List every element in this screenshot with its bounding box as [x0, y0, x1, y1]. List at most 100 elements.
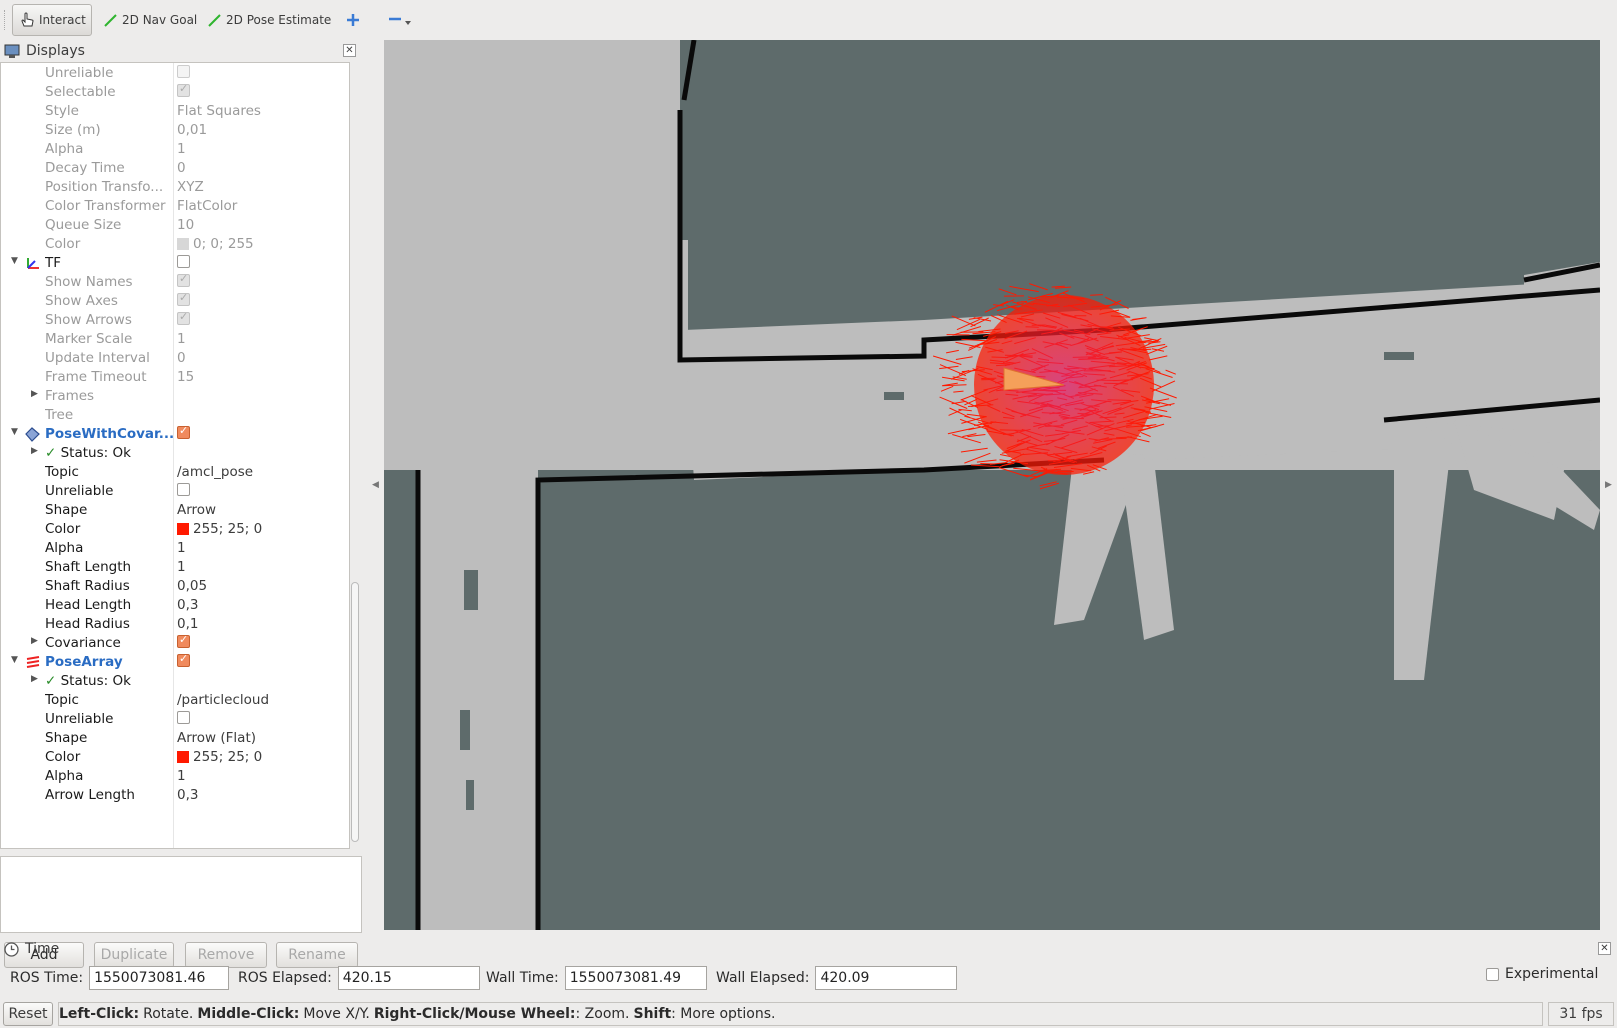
tree-row[interactable]: Show Names [1, 272, 347, 292]
tree-row-value[interactable]: 0,05 [177, 578, 207, 594]
tree-row[interactable]: Color 255; 25; 0 [1, 748, 347, 767]
tree-row[interactable]: Head Length 0,3 [1, 596, 347, 615]
tree-row-checkbox[interactable] [177, 424, 190, 439]
tree-row[interactable]: Style Flat Squares [1, 102, 347, 121]
tree-row-value[interactable]: 0,01 [177, 122, 207, 138]
tree-row[interactable]: Tree [1, 406, 347, 425]
tree-row[interactable]: Alpha 1 [1, 140, 347, 159]
tree-row[interactable]: Shape Arrow [1, 501, 347, 520]
close-icon[interactable]: ✕ [343, 44, 356, 57]
expand-icon[interactable]: ▶ [31, 636, 38, 646]
tree-row-checkbox[interactable] [177, 291, 190, 306]
remove-tool-button[interactable] [382, 4, 418, 36]
tree-row-value[interactable]: Flat Squares [177, 103, 261, 119]
tree-row-checkbox[interactable] [177, 65, 190, 78]
tree-row[interactable]: Unreliable [1, 710, 347, 729]
tree-row-value[interactable]: 0 [177, 350, 186, 366]
tree-row[interactable]: Color Transformer FlatColor [1, 197, 347, 216]
tree-row-value[interactable]: 15 [177, 369, 194, 385]
tree-row[interactable]: Size (m) 0,01 [1, 121, 347, 140]
tree-row-value[interactable]: 0; 0; 255 [193, 236, 254, 252]
tree-row[interactable]: Color 255; 25; 0 [1, 520, 347, 539]
tree-row-value[interactable]: 0,3 [177, 787, 198, 803]
tree-row-value[interactable]: XYZ [177, 179, 204, 195]
tree-row[interactable]: Selectable [1, 82, 347, 102]
experimental-toggle[interactable]: Experimental [1486, 966, 1598, 982]
add-tool-button[interactable] [340, 4, 366, 36]
experimental-checkbox[interactable] [1486, 967, 1499, 981]
tree-row[interactable]: Alpha 1 [1, 767, 347, 786]
tree-row[interactable]: ▶ ✓ Status: Ok [1, 444, 347, 463]
tree-row[interactable]: ▶ Frames [1, 387, 347, 406]
tree-row[interactable]: Marker Scale 1 [1, 330, 347, 349]
tree-row[interactable]: Queue Size 10 [1, 216, 347, 235]
expand-icon[interactable]: ▼ [11, 427, 18, 437]
wall-time-input[interactable]: 1550073081.49 [564, 966, 707, 990]
tree-row[interactable]: ▼ PoseArray [1, 652, 347, 672]
tree-row[interactable]: ▼ TF [1, 254, 347, 273]
expand-icon[interactable]: ▼ [11, 655, 18, 665]
tree-row-value[interactable]: 1 [177, 768, 186, 784]
expand-icon[interactable]: ▶ [31, 674, 38, 684]
tree-row[interactable]: Unreliable [1, 64, 347, 83]
tree-row[interactable]: Unreliable [1, 482, 347, 501]
tree-row-value[interactable]: /particlecloud [177, 692, 269, 708]
tree-row[interactable]: Head Radius 0,1 [1, 615, 347, 634]
tree-row-value[interactable]: 0,1 [177, 616, 198, 632]
render-viewport[interactable] [384, 40, 1600, 930]
tree-row-checkbox[interactable] [177, 633, 190, 648]
expand-icon[interactable]: ▶ [31, 389, 38, 399]
tree-row-value[interactable]: 1 [177, 540, 186, 556]
tree-row[interactable]: Color 0; 0; 255 [1, 235, 347, 254]
collapse-left-icon[interactable]: ◀ [372, 480, 379, 490]
color-swatch[interactable] [177, 751, 189, 763]
tree-row[interactable]: ▶ ✓ Status: Ok [1, 672, 347, 691]
tree-row-value[interactable]: /amcl_pose [177, 464, 253, 480]
tree-row-value[interactable]: 1 [177, 331, 186, 347]
tree-row[interactable]: Arrow Length 0,3 [1, 786, 347, 805]
tree-row[interactable]: ▶ Covariance [1, 633, 347, 653]
tree-row[interactable]: Alpha 1 [1, 539, 347, 558]
tree-row[interactable]: Shaft Length 1 [1, 558, 347, 577]
close-icon[interactable]: ✕ [1598, 942, 1611, 955]
tree-row-checkbox[interactable] [177, 82, 190, 97]
collapse-right-icon[interactable]: ▶ [1605, 480, 1612, 490]
tree-row-value[interactable]: FlatColor [177, 198, 237, 214]
tree-row-checkbox[interactable] [177, 272, 190, 287]
ros-elapsed-input[interactable]: 420.15 [337, 966, 480, 990]
ros-time-input[interactable]: 1550073081.46 [89, 966, 230, 990]
tree-row-checkbox[interactable] [177, 483, 190, 496]
color-swatch[interactable] [177, 238, 189, 250]
tree-row[interactable]: Show Axes [1, 291, 347, 311]
reset-button[interactable]: Reset [3, 1002, 53, 1026]
tree-row[interactable]: Decay Time 0 [1, 159, 347, 178]
tree-row-value[interactable]: 0,3 [177, 597, 198, 613]
tree-row[interactable]: Frame Timeout 15 [1, 368, 347, 387]
tree-row[interactable]: Position Transfo... XYZ [1, 178, 347, 197]
tree-row-value[interactable]: 255; 25; 0 [193, 521, 262, 537]
tree-row-value[interactable]: 0 [177, 160, 186, 176]
tree-row[interactable]: Show Arrows [1, 310, 347, 330]
tree-scrollbar[interactable] [349, 62, 361, 849]
tree-row-value[interactable]: 10 [177, 217, 194, 233]
nav-goal-button[interactable]: 2D Nav Goal [98, 4, 203, 36]
expand-icon[interactable]: ▼ [11, 256, 18, 266]
pose-estimate-button[interactable]: 2D Pose Estimate [202, 4, 337, 36]
tree-row[interactable]: Topic/amcl_pose [1, 463, 347, 482]
expand-icon[interactable]: ▶ [31, 446, 38, 456]
tree-row-checkbox[interactable] [177, 255, 190, 268]
tree-row[interactable]: ▼ PoseWithCovar... [1, 424, 347, 444]
tree-row[interactable]: Update Interval 0 [1, 349, 347, 368]
displays-tree[interactable]: Unreliable Selectable Style Flat Squares Siz… [0, 62, 350, 849]
color-swatch[interactable] [177, 523, 189, 535]
tree-row[interactable]: Topic/particlecloud [1, 691, 347, 710]
tree-row[interactable]: Shape Arrow (Flat) [1, 729, 347, 748]
tree-row[interactable]: Shaft Radius 0,05 [1, 577, 347, 596]
tree-row-checkbox[interactable] [177, 711, 190, 724]
tree-row-value[interactable]: Arrow [177, 502, 216, 518]
tree-row-value[interactable]: 1 [177, 141, 186, 157]
tree-row-value[interactable]: Arrow (Flat) [177, 730, 256, 746]
interact-button[interactable]: Interact [12, 4, 92, 36]
wall-elapsed-input[interactable]: 420.09 [815, 966, 958, 990]
tree-row-checkbox[interactable] [177, 310, 190, 325]
